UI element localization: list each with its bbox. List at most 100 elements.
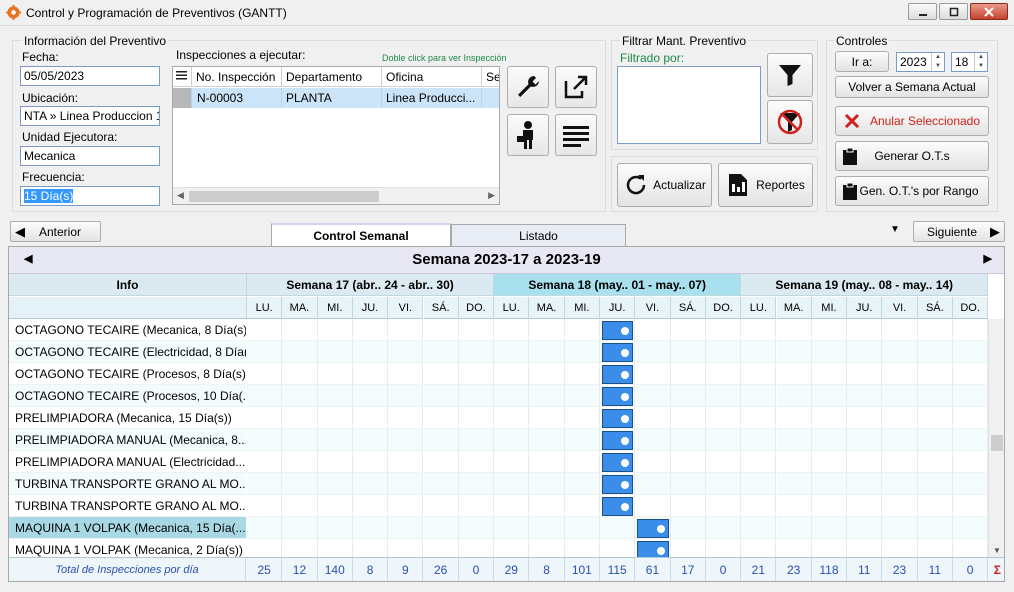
gantt-cell[interactable] <box>600 385 636 407</box>
cell-oficina[interactable]: Linea Producci... <box>382 88 482 108</box>
gantt-cell[interactable] <box>705 451 742 473</box>
gantt-cell[interactable] <box>423 517 459 539</box>
gantt-cell[interactable] <box>811 473 848 495</box>
gantt-cell[interactable] <box>741 495 777 517</box>
gantt-cell[interactable] <box>811 407 848 429</box>
gantt-cell[interactable] <box>529 363 565 385</box>
gantt-cell[interactable] <box>705 517 742 539</box>
gantt-cell[interactable] <box>882 517 918 539</box>
gantt-cell[interactable] <box>953 495 989 517</box>
gantt-cell[interactable] <box>811 451 848 473</box>
wrench-button[interactable] <box>507 66 549 108</box>
gantt-cell[interactable] <box>458 385 495 407</box>
gantt-row[interactable]: PRELIMPIADORA (Mecanica, 15 Día(s)) <box>9 407 989 429</box>
gantt-row-name[interactable]: OCTAGONO TECAIRE (Electricidad, 8 Día(..… <box>9 341 246 363</box>
col-header-sec[interactable]: Sec <box>482 67 499 87</box>
gantt-cell[interactable] <box>953 451 989 473</box>
gantt-cell[interactable] <box>847 517 883 539</box>
frecuencia-field[interactable]: 15 Día(s) <box>20 186 160 206</box>
gantt-cell[interactable] <box>847 341 883 363</box>
gantt-cell[interactable] <box>600 473 636 495</box>
filtro-textbox[interactable] <box>617 66 761 144</box>
gantt-cell[interactable] <box>388 517 424 539</box>
gantt-cell[interactable] <box>600 517 636 539</box>
gantt-cell[interactable] <box>776 407 812 429</box>
gantt-cell[interactable] <box>705 363 742 385</box>
gantt-cell[interactable] <box>458 407 495 429</box>
gantt-cell[interactable] <box>847 495 883 517</box>
gantt-cell[interactable] <box>317 385 353 407</box>
gantt-cell[interactable] <box>705 385 742 407</box>
gantt-cell[interactable] <box>247 429 283 451</box>
gantt-cell[interactable] <box>388 385 424 407</box>
gantt-cell[interactable] <box>776 495 812 517</box>
gantt-cell[interactable] <box>564 451 600 473</box>
gantt-cell[interactable] <box>529 429 565 451</box>
gantt-cell[interactable] <box>247 363 283 385</box>
gantt-cell[interactable] <box>917 473 953 495</box>
gantt-cell[interactable] <box>953 363 989 385</box>
gantt-cell[interactable] <box>847 319 883 341</box>
gantt-cell[interactable] <box>458 429 495 451</box>
gantt-cell[interactable] <box>811 319 848 341</box>
gantt-cell[interactable] <box>282 407 318 429</box>
gantt-cell[interactable] <box>811 495 848 517</box>
gantt-cell[interactable] <box>882 319 918 341</box>
gantt-cell[interactable] <box>352 363 389 385</box>
gantt-cell[interactable] <box>564 407 600 429</box>
gantt-cell[interactable] <box>494 363 530 385</box>
gantt-cell[interactable] <box>317 429 353 451</box>
gantt-cell[interactable] <box>247 473 283 495</box>
gantt-row[interactable]: OCTAGONO TECAIRE (Mecanica, 8 Día(s)) <box>9 319 989 341</box>
gantt-cell[interactable] <box>247 517 283 539</box>
gantt-cell[interactable] <box>600 407 636 429</box>
gantt-cell[interactable] <box>388 451 424 473</box>
gantt-cell[interactable] <box>953 429 989 451</box>
gantt-cell[interactable] <box>494 429 530 451</box>
cell-inspeccion[interactable]: N-00003 <box>192 88 282 108</box>
gantt-cell[interactable] <box>247 495 283 517</box>
grid-menu-icon[interactable] <box>173 67 192 87</box>
gantt-cell[interactable] <box>847 385 883 407</box>
gantt-cell[interactable] <box>917 495 953 517</box>
gantt-cell[interactable] <box>741 517 777 539</box>
gantt-row[interactable]: TURBINA TRANSPORTE GRANO AL MO... <box>9 495 989 517</box>
list-view-button[interactable] <box>555 114 597 156</box>
gantt-cell[interactable] <box>882 363 918 385</box>
gantt-cell[interactable] <box>494 385 530 407</box>
tab-control-semanal[interactable]: Control Semanal <box>271 223 451 246</box>
gantt-cell[interactable] <box>600 319 636 341</box>
gantt-cell[interactable] <box>282 451 318 473</box>
gantt-cell[interactable] <box>776 451 812 473</box>
col-header-inspeccion[interactable]: No. Inspección <box>192 67 282 87</box>
gantt-cell[interactable] <box>282 473 318 495</box>
gantt-row-name[interactable]: PRELIMPIADORA (Mecanica, 15 Día(s)) <box>9 407 246 429</box>
gantt-row-name[interactable]: MAQUINA 1 VOLPAK (Mecanica, 15 Día(... <box>9 517 246 539</box>
gantt-cell[interactable] <box>635 319 671 341</box>
gantt-cell[interactable] <box>317 341 353 363</box>
gantt-cell[interactable] <box>423 407 459 429</box>
gantt-cell[interactable] <box>953 517 989 539</box>
gantt-cell[interactable] <box>352 319 389 341</box>
technician-button[interactable] <box>507 114 549 156</box>
vertical-scrollbar[interactable]: ▼ <box>988 319 1004 557</box>
gantt-cell[interactable] <box>282 517 318 539</box>
gantt-cell[interactable] <box>494 495 530 517</box>
gantt-cell[interactable] <box>317 407 353 429</box>
gantt-cell[interactable] <box>811 363 848 385</box>
filter-button[interactable] <box>767 53 813 97</box>
gantt-row-name[interactable]: OCTAGONO TECAIRE (Mecanica, 8 Día(s)) <box>9 319 246 341</box>
gantt-cell[interactable] <box>600 341 636 363</box>
gantt-cell[interactable] <box>705 495 742 517</box>
gantt-cell[interactable] <box>670 429 706 451</box>
gantt-cell[interactable] <box>811 341 848 363</box>
gantt-cell[interactable] <box>635 473 671 495</box>
gantt-cell[interactable] <box>600 429 636 451</box>
gantt-cell[interactable] <box>953 319 989 341</box>
gantt-cell[interactable] <box>776 429 812 451</box>
gantt-cell[interactable] <box>458 363 495 385</box>
gantt-cell[interactable] <box>776 473 812 495</box>
gantt-cell[interactable] <box>458 319 495 341</box>
gantt-cell[interactable] <box>953 385 989 407</box>
gantt-cell[interactable] <box>917 319 953 341</box>
